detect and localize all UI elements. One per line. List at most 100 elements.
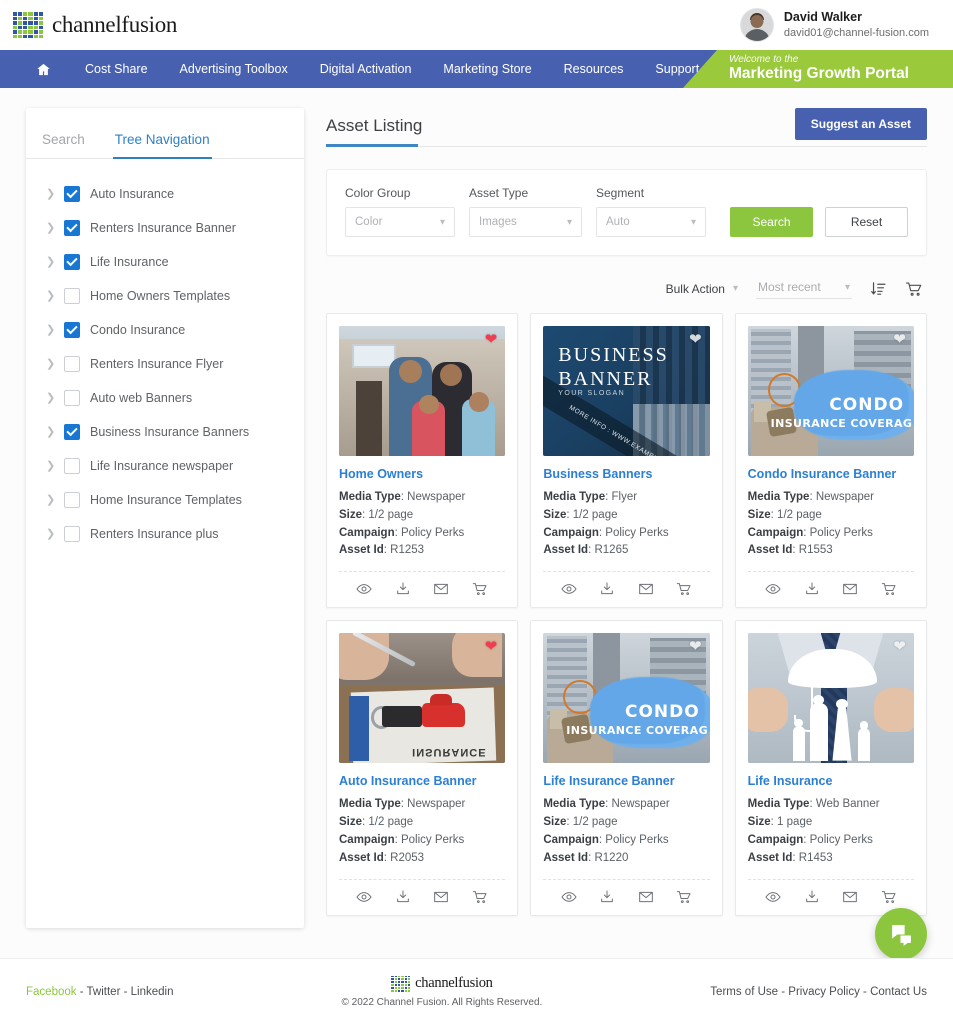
brand-logo[interactable]: channelfusion <box>13 12 177 38</box>
asset-thumbnail[interactable]: ❤ <box>747 633 914 764</box>
favorite-icon[interactable]: ❤ <box>485 332 498 347</box>
tree-item[interactable]: ❯ Auto web Banners <box>36 381 294 415</box>
asset-title[interactable]: Business Banners <box>543 467 709 481</box>
tree-item[interactable]: ❯ Home Owners Templates <box>36 279 294 313</box>
home-icon[interactable] <box>18 50 69 88</box>
reset-button[interactable]: Reset <box>825 207 908 237</box>
tree-item-checkbox[interactable] <box>64 356 80 372</box>
footer-link-terms-of-use[interactable]: Terms of Use <box>710 986 778 998</box>
asset-title[interactable]: Life Insurance <box>748 774 914 788</box>
tree-item[interactable]: ❯ Life Insurance <box>36 245 294 279</box>
chevron-right-icon[interactable]: ❯ <box>46 528 55 540</box>
tree-item-checkbox[interactable] <box>64 390 80 406</box>
nav-item-marketing-store[interactable]: Marketing Store <box>427 50 547 88</box>
chevron-right-icon[interactable]: ❯ <box>46 256 55 268</box>
favorite-icon[interactable]: ❤ <box>893 332 906 347</box>
chevron-right-icon[interactable]: ❯ <box>46 324 55 336</box>
cart-icon[interactable] <box>472 889 488 905</box>
favorite-icon[interactable]: ❤ <box>485 639 498 654</box>
cart-icon[interactable] <box>472 581 488 597</box>
tree-item-checkbox[interactable] <box>64 220 80 236</box>
chevron-right-icon[interactable]: ❯ <box>46 188 55 200</box>
search-button[interactable]: Search <box>730 207 813 237</box>
footer-social-linkedin[interactable]: Linkedin <box>131 986 174 998</box>
email-icon[interactable] <box>638 889 654 905</box>
asset-card[interactable]: ❤ Home Owners Media Type: Newspaper Size: 1… <box>326 313 519 609</box>
sidebar-tab-search[interactable]: Search <box>40 128 87 159</box>
suggest-an-asset-button[interactable]: Suggest an Asset <box>794 108 927 140</box>
sidebar-tab-tree-navigation[interactable]: Tree Navigation <box>112 128 212 159</box>
asset-card[interactable]: INSURANCE ❤ Auto Insurance Banner Media Typ… <box>326 620 519 916</box>
tree-item[interactable]: ❯ Condo Insurance <box>36 313 294 347</box>
footer-social-facebook[interactable]: Facebook <box>26 986 77 998</box>
asset-thumbnail[interactable]: CONDO INSURANCE COVERAG ❤ <box>747 326 914 456</box>
sort-select[interactable]: Most recent ▾ <box>756 278 852 299</box>
tree-item-checkbox[interactable] <box>64 424 80 440</box>
bulk-action-dropdown[interactable]: Bulk Action ▾ <box>666 282 738 296</box>
download-icon[interactable] <box>804 581 820 597</box>
tree-item-checkbox[interactable] <box>64 254 80 270</box>
preview-icon[interactable] <box>765 581 781 597</box>
download-icon[interactable] <box>395 581 411 597</box>
download-icon[interactable] <box>599 889 615 905</box>
tree-item-checkbox[interactable] <box>64 492 80 508</box>
tree-item[interactable]: ❯ Business Insurance Banners <box>36 415 294 449</box>
chevron-right-icon[interactable]: ❯ <box>46 358 55 370</box>
asset-type-select[interactable]: Images ▾ <box>469 207 582 237</box>
footer-link-contact-us[interactable]: Contact Us <box>870 986 927 998</box>
chevron-right-icon[interactable]: ❯ <box>46 426 55 438</box>
cart-icon[interactable] <box>676 581 692 597</box>
email-icon[interactable] <box>842 581 858 597</box>
tree-item[interactable]: ❯ Auto Insurance <box>36 177 294 211</box>
download-icon[interactable] <box>804 889 820 905</box>
asset-card[interactable]: ❤ Life Insurance Media Type: Web Banner Siz… <box>734 620 927 916</box>
tree-item-checkbox[interactable] <box>64 186 80 202</box>
chat-widget-button[interactable] <box>875 908 927 960</box>
email-icon[interactable] <box>433 889 449 905</box>
asset-thumbnail[interactable]: INSURANCE ❤ <box>339 633 506 764</box>
asset-title[interactable]: Life Insurance Banner <box>543 774 709 788</box>
nav-item-digital-activation[interactable]: Digital Activation <box>304 50 428 88</box>
email-icon[interactable] <box>638 581 654 597</box>
favorite-icon[interactable]: ❤ <box>689 639 702 654</box>
cart-icon[interactable] <box>881 581 897 597</box>
asset-thumbnail[interactable]: CONDO INSURANCE COVERAG ❤ <box>543 633 710 764</box>
tree-item-checkbox[interactable] <box>64 322 80 338</box>
preview-icon[interactable] <box>356 889 372 905</box>
tree-item[interactable]: ❯ Renters Insurance plus <box>36 517 294 551</box>
preview-icon[interactable] <box>765 889 781 905</box>
download-icon[interactable] <box>395 889 411 905</box>
sort-descending-icon[interactable] <box>870 280 887 297</box>
chevron-right-icon[interactable]: ❯ <box>46 392 55 404</box>
asset-title[interactable]: Condo Insurance Banner <box>748 467 914 481</box>
footer-social-twitter[interactable]: Twitter <box>87 986 121 998</box>
tree-item[interactable]: ❯ Renters Insurance Flyer <box>36 347 294 381</box>
asset-card[interactable]: CONDO INSURANCE COVERAG ❤ Condo Insurance B… <box>734 313 927 609</box>
tree-item-checkbox[interactable] <box>64 458 80 474</box>
tree-item-checkbox[interactable] <box>64 288 80 304</box>
asset-thumbnail[interactable]: MORE INFO : WWW.EXAMPLE.COM BUSINESS BANNE… <box>543 326 710 456</box>
preview-icon[interactable] <box>356 581 372 597</box>
download-icon[interactable] <box>599 581 615 597</box>
chevron-right-icon[interactable]: ❯ <box>46 494 55 506</box>
color-group-select[interactable]: Color ▾ <box>345 207 455 237</box>
nav-item-cost-share[interactable]: Cost Share <box>69 50 164 88</box>
asset-card[interactable]: MORE INFO : WWW.EXAMPLE.COM BUSINESS BANNE… <box>530 313 723 609</box>
asset-thumbnail[interactable]: ❤ <box>339 326 506 456</box>
preview-icon[interactable] <box>561 889 577 905</box>
tree-item[interactable]: ❯ Renters Insurance Banner <box>36 211 294 245</box>
chevron-right-icon[interactable]: ❯ <box>46 290 55 302</box>
cart-icon[interactable] <box>905 280 923 298</box>
email-icon[interactable] <box>433 581 449 597</box>
cart-icon[interactable] <box>676 889 692 905</box>
user-profile[interactable]: David Walker david01@channel-fusion.com <box>739 8 929 42</box>
tree-item-checkbox[interactable] <box>64 526 80 542</box>
nav-item-advertising-toolbox[interactable]: Advertising Toolbox <box>164 50 304 88</box>
chevron-right-icon[interactable]: ❯ <box>46 460 55 472</box>
asset-title[interactable]: Home Owners <box>339 467 505 481</box>
nav-item-resources[interactable]: Resources <box>548 50 640 88</box>
email-icon[interactable] <box>842 889 858 905</box>
footer-link-privacy-policy[interactable]: Privacy Policy <box>788 986 860 998</box>
asset-card[interactable]: CONDO INSURANCE COVERAG ❤ Life Insurance Ba… <box>530 620 723 916</box>
tree-item[interactable]: ❯ Life Insurance newspaper <box>36 449 294 483</box>
